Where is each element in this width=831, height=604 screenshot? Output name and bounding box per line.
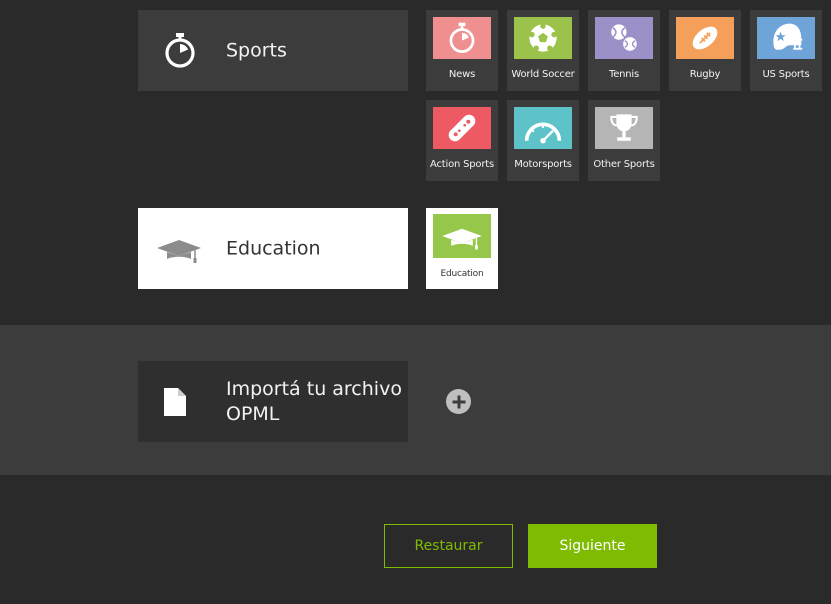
tile-motorsports[interactable]: Motorsports [507,100,579,181]
tile-label: US Sports [762,69,810,80]
tile-image [676,17,734,59]
restore-button[interactable]: Restaurar [384,524,513,568]
tile-other-sports[interactable]: Other Sports [588,100,660,181]
plus-circle-icon[interactable] [446,389,471,414]
category-education[interactable]: Education [138,208,408,289]
tile-image [514,107,572,149]
tile-label: Rugby [689,69,721,80]
soccer-ball-icon [529,23,557,52]
tile-action-sports[interactable]: Action Sports [426,100,498,181]
tile-rugby[interactable]: Rugby [669,10,741,91]
tile-image [595,107,653,149]
tile-image [595,17,653,59]
stopwatch-icon [449,22,475,53]
speedometer-icon [524,122,562,144]
category-sports[interactable]: Sports [138,10,408,91]
category-label: Education [226,237,321,259]
tile-label: Action Sports [430,159,494,170]
next-button[interactable]: Siguiente [528,524,657,568]
import-section [0,325,831,475]
tile-label: Tennis [608,69,640,80]
tile-education[interactable]: Education [426,208,498,289]
tile-label: Motorsports [514,159,572,170]
tile-image [433,107,491,149]
import-label: Importá tu archivo OPML [226,378,402,425]
import-opml-card[interactable]: Importá tu archivo OPML [138,361,408,442]
trophy-icon [610,114,638,141]
tile-news[interactable]: News [426,10,498,91]
tile-world-soccer[interactable]: World Soccer [507,10,579,91]
tile-label: Other Sports [593,159,655,170]
tile-image [757,17,815,59]
tile-label: Education [440,269,484,279]
stopwatch-icon [165,33,195,68]
tile-image [514,17,572,59]
tile-image [433,214,491,258]
category-label: Sports [226,39,287,61]
football-helmet-icon [773,23,803,50]
rugby-ball-icon [692,26,718,50]
tile-us-sports[interactable]: US Sports [750,10,822,91]
skateboard-icon [448,114,476,142]
document-icon [164,388,186,416]
tile-label: News [448,69,476,80]
graduation-cap-icon [442,228,482,250]
graduation-cap-icon [157,240,201,263]
tennis-balls-icon [611,24,637,51]
tile-image [433,17,491,59]
tile-label: World Soccer [511,69,575,80]
tile-tennis[interactable]: Tennis [588,10,660,91]
